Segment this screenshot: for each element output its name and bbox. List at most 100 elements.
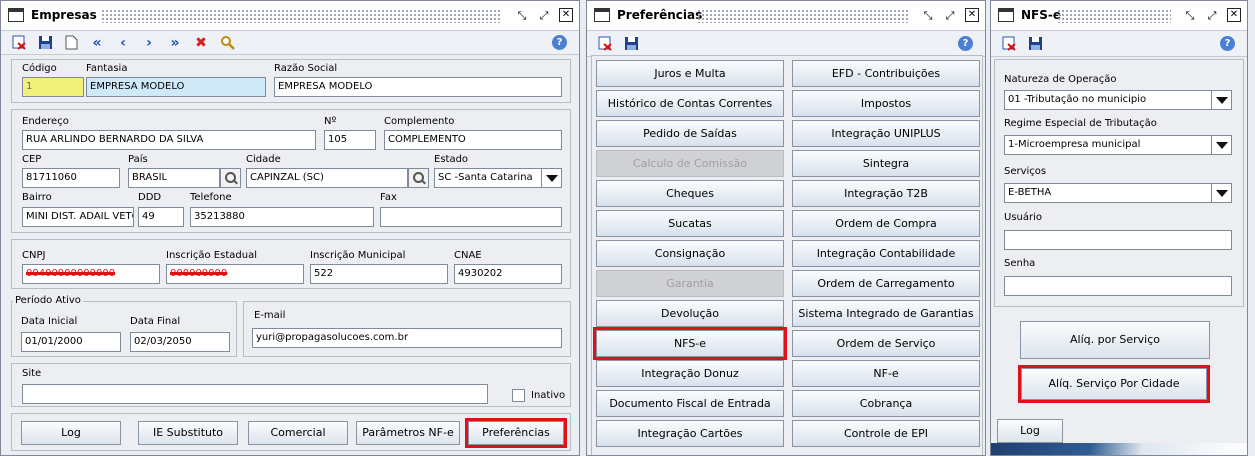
pref-left-button: Garantia xyxy=(596,270,784,297)
window-icon xyxy=(594,8,610,22)
endereco-field[interactable]: RUA ARLINDO BERNARDO DA SILVA xyxy=(22,130,316,150)
regime-select[interactable]: 1-Microempresa municipal xyxy=(1004,135,1232,155)
pref-left-button[interactable]: Juros e Multa xyxy=(596,60,784,87)
pais-field[interactable]: BRASIL xyxy=(128,168,220,188)
titlebar-grip xyxy=(1057,9,1171,23)
pais-lookup-icon[interactable] xyxy=(220,168,241,188)
site-field[interactable] xyxy=(22,384,488,404)
chevron-down-icon[interactable] xyxy=(1211,136,1231,154)
save-icon[interactable] xyxy=(1027,36,1043,52)
pref-left-button[interactable]: Documento Fiscal de Entrada xyxy=(596,390,784,417)
natureza-select[interactable]: 01 -Tributação no municipio xyxy=(1004,90,1232,110)
chevron-down-icon[interactable] xyxy=(1211,184,1231,202)
pref-right-button[interactable]: Impostos xyxy=(792,90,980,117)
restore-icon[interactable]: ⤡ xyxy=(921,8,935,22)
chevron-down-icon[interactable] xyxy=(541,169,561,187)
pref-right-button[interactable]: Controle de EPI xyxy=(792,420,980,447)
first-record-icon[interactable]: « xyxy=(89,35,105,51)
pref-right-button[interactable]: EFD - Contribuições xyxy=(792,60,980,87)
data-inicial-field[interactable]: 01/01/2000 xyxy=(21,332,121,352)
pref-left-button[interactable]: Integração Donuz xyxy=(596,360,784,387)
ddd-field[interactable]: 49 xyxy=(138,207,184,227)
pref-left-button: Calculo de Comissão xyxy=(596,150,784,177)
pref-left-button[interactable]: Devolução xyxy=(596,300,784,327)
previous-record-icon[interactable]: ‹ xyxy=(115,35,131,51)
ie-field[interactable]: 000000000 xyxy=(166,264,304,284)
pref-right-button[interactable]: Integração Contabilidade xyxy=(792,240,980,267)
pref-right-button[interactable]: Sistema Integrado de Garantias xyxy=(792,300,980,327)
close-icon[interactable]: ✕ xyxy=(965,8,979,22)
senha-field[interactable] xyxy=(1004,276,1232,296)
cidade-lookup-icon[interactable] xyxy=(408,168,429,188)
email-field[interactable]: yuri@propagasolucoes.com.br xyxy=(252,328,562,348)
cep-field[interactable]: 81711060 xyxy=(22,168,120,188)
last-record-icon[interactable]: » xyxy=(167,35,183,51)
pref-right-button[interactable]: Integração UNIPLUS xyxy=(792,120,980,147)
help-icon[interactable]: ? xyxy=(1220,36,1235,51)
restore-icon[interactable]: ⤡ xyxy=(1183,8,1197,22)
exit-icon[interactable] xyxy=(1001,36,1017,52)
pref-right-button[interactable]: Ordem de Carregamento xyxy=(792,270,980,297)
save-icon[interactable] xyxy=(37,35,53,51)
empresas-titlebar[interactable]: Empresas ⤡ ⤢ ✕ xyxy=(1,1,579,31)
pref-left-button[interactable]: Pedido de Saídas xyxy=(596,120,784,147)
exit-icon[interactable] xyxy=(11,35,27,51)
pref-left-button[interactable]: Consignação xyxy=(596,240,784,267)
exit-icon[interactable] xyxy=(597,36,613,52)
parametros-nfe-button[interactable]: Parâmetros NF-e xyxy=(356,421,460,445)
im-field[interactable]: 522 xyxy=(310,264,448,284)
fax-field[interactable] xyxy=(380,207,562,227)
site-panel: Site Inativo xyxy=(11,363,571,407)
pref-right-button[interactable]: Ordem de Serviço xyxy=(792,330,980,357)
pais-label: País xyxy=(128,154,148,165)
comercial-button[interactable]: Comercial xyxy=(248,421,348,445)
aliq-por-servico-button[interactable]: Alíq. por Serviço xyxy=(1020,321,1210,359)
nfse-titlebar[interactable]: NFS-e ⤡ ⤢ ✕ xyxy=(991,1,1247,31)
chevron-down-icon[interactable] xyxy=(1211,91,1231,109)
pref-right-button[interactable]: Ordem de Compra xyxy=(792,210,980,237)
usuario-field[interactable] xyxy=(1004,230,1232,250)
log-button[interactable]: Log xyxy=(21,421,121,445)
cidade-field[interactable]: CAPINZAL (SC) xyxy=(246,168,408,188)
nfse-log-button[interactable]: Log xyxy=(997,419,1063,443)
data-final-field[interactable]: 02/03/2050 xyxy=(130,332,230,352)
close-icon[interactable]: ✕ xyxy=(1227,8,1241,22)
complemento-field[interactable]: COMPLEMENTO xyxy=(384,130,562,150)
maximize-icon[interactable]: ⤢ xyxy=(1205,8,1219,22)
delete-icon[interactable]: ✖ xyxy=(193,35,209,51)
next-record-icon[interactable]: › xyxy=(141,35,157,51)
actions-panel: Log IE Substituto Comercial Parâmetros N… xyxy=(11,413,571,451)
help-icon[interactable]: ? xyxy=(552,35,567,50)
servicos-select[interactable]: E-BETHA xyxy=(1004,183,1232,203)
pref-left-button[interactable]: Cheques xyxy=(596,180,784,207)
pref-left-button[interactable]: Histórico de Contas Correntes xyxy=(596,90,784,117)
pref-right-button[interactable]: Integração T2B xyxy=(792,180,980,207)
search-icon[interactable] xyxy=(219,35,235,51)
close-icon[interactable]: ✕ xyxy=(559,8,573,22)
cnae-field[interactable]: 4930202 xyxy=(454,264,562,284)
save-icon[interactable] xyxy=(623,36,639,52)
telefone-field[interactable]: 35213880 xyxy=(190,207,374,227)
pref-left-button[interactable]: Integração Cartões xyxy=(596,420,784,447)
inativo-checkbox[interactable] xyxy=(512,389,525,402)
desktop-background-strip xyxy=(991,443,1247,455)
codigo-field[interactable]: 1 xyxy=(22,77,84,97)
fantasia-field[interactable]: EMPRESA MODELO xyxy=(86,77,266,97)
cep-label: CEP xyxy=(22,154,42,165)
bairro-field[interactable]: MINI DIST. ADAIL VETO xyxy=(22,207,134,227)
cnpj-field[interactable]: 00400000000000 xyxy=(22,264,160,284)
help-icon[interactable]: ? xyxy=(958,36,973,51)
estado-select[interactable]: SC -Santa Catarina xyxy=(434,168,562,188)
pref-right-button[interactable]: Cobrança xyxy=(792,390,980,417)
razao-field[interactable]: EMPRESA MODELO xyxy=(274,77,562,97)
maximize-icon[interactable]: ⤢ xyxy=(943,8,957,22)
pref-left-button[interactable]: Sucatas xyxy=(596,210,784,237)
new-document-icon[interactable] xyxy=(63,35,79,51)
ie-substituto-button[interactable]: IE Substituto xyxy=(138,421,238,445)
maximize-icon[interactable]: ⤢ xyxy=(537,8,551,22)
preferencias-titlebar[interactable]: Preferências ⤡ ⤢ ✕ xyxy=(587,1,985,31)
restore-icon[interactable]: ⤡ xyxy=(515,8,529,22)
numero-field[interactable]: 105 xyxy=(324,130,376,150)
pref-right-button[interactable]: Sintegra xyxy=(792,150,980,177)
pref-right-button[interactable]: NF-e xyxy=(792,360,980,387)
